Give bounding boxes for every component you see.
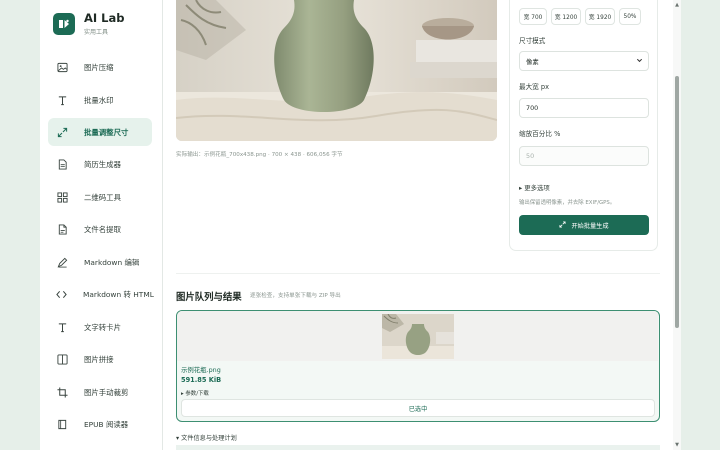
text-icon	[56, 321, 68, 333]
sidebar-item-label: 批量调整尺寸	[84, 127, 129, 137]
queue-item-card[interactable]: 示例花瓶.png 591.85 KiB ▸ 参数/下载 已选中	[176, 310, 660, 422]
sidebar-item-batch-resize[interactable]: 批量调整尺寸	[48, 118, 152, 146]
start-batch-label: 开始批量生成	[571, 222, 609, 230]
size-mode-select[interactable]: 像素	[519, 51, 649, 71]
grid-icon	[56, 191, 68, 203]
sidebar-item-label: Markdown 转 HTML	[83, 289, 154, 299]
page-background-right	[681, 0, 720, 450]
file-info-panel	[176, 445, 660, 450]
output-preview-image	[176, 0, 497, 141]
max-width-label: 最大宽 px	[519, 83, 549, 91]
sidebar-item-filename-extract[interactable]: 文件名提取	[48, 215, 152, 243]
book-icon	[56, 418, 68, 430]
section-divider	[176, 273, 660, 274]
file-info-toggle[interactable]: ▾ 文件信息与处理计划	[176, 433, 237, 442]
sidebar-item-qr-tool[interactable]: 二维码工具	[48, 183, 152, 211]
chevron-down-icon	[636, 57, 643, 66]
sidebar-item-label: 图片手动裁剪	[84, 387, 129, 397]
sidebar-item-label: 图片拼接	[84, 354, 114, 364]
sidebar-item-label: 二维码工具	[84, 192, 121, 202]
size-mode-value: 像素	[526, 57, 539, 66]
sidebar-item-image-compress[interactable]: 图片压缩	[48, 53, 152, 81]
document-icon	[56, 158, 68, 170]
start-batch-button[interactable]: 开始批量生成	[519, 215, 649, 235]
image-icon	[56, 61, 68, 73]
actual-output-info: 实际输出：示例花瓶_700x438.png · 700 × 438 · 606,…	[176, 152, 343, 158]
scroll-up-icon[interactable]: ▲	[674, 2, 680, 8]
sidebar: AI Lab 实用工具 图片压缩 批量水印 批量调整尺寸 简历生成器 二维码工具…	[40, 0, 163, 450]
layout-icon	[56, 353, 68, 365]
sidebar-item-label: 文字转卡片	[84, 322, 121, 332]
main-scrollbar[interactable]: ▲ ▼	[673, 0, 681, 450]
sidebar-item-label: 简历生成器	[84, 159, 121, 169]
scrollbar-thumb[interactable]	[675, 76, 679, 328]
more-options-toggle[interactable]: ▸ 更多选项	[519, 183, 550, 192]
scale-percent-label: 缩放百分比 %	[519, 130, 561, 138]
main-panel: 实际输出：示例花瓶_700x438.png · 700 × 438 · 606,…	[163, 0, 681, 450]
brand[interactable]: AI Lab 实用工具	[53, 12, 125, 36]
sidebar-item-label: 文件名提取	[84, 224, 121, 234]
sidebar-item-batch-watermark[interactable]: 批量水印	[48, 86, 152, 114]
queue-section-title: 图片队列与结果	[176, 292, 242, 303]
scroll-down-icon[interactable]: ▼	[674, 442, 680, 448]
app-subtitle: 实用工具	[84, 29, 109, 36]
scale-percent-input[interactable]: 50	[519, 146, 649, 166]
max-width-input[interactable]: 700	[519, 98, 649, 118]
text-icon	[56, 94, 68, 106]
resize-settings-panel: 宽 700 宽 1200 宽 1920 50% 尺寸模式 像素 最大宽 px 7…	[509, 0, 658, 251]
params-download-toggle[interactable]: ▸ 参数/下载	[181, 389, 209, 397]
size-mode-label: 尺寸模式	[519, 37, 546, 45]
code-icon	[56, 288, 67, 300]
file-icon	[56, 223, 68, 235]
queue-item-image-area	[177, 311, 658, 361]
selected-button[interactable]: 已选中	[181, 399, 655, 417]
preset-width-1920-button[interactable]: 宽 1920	[585, 8, 615, 25]
queue-item-thumbnail	[382, 314, 454, 359]
preset-width-700-button[interactable]: 宽 700	[519, 8, 547, 25]
expand-icon	[56, 126, 68, 138]
edit-icon	[56, 256, 68, 268]
sidebar-item-label: EPUB 阅读器	[84, 419, 129, 429]
queue-item-filesize: 591.85 KiB	[181, 376, 222, 384]
expand-icon	[559, 220, 566, 230]
sidebar-item-label: Markdown 编辑	[84, 257, 140, 267]
queue-item-filename: 示例花瓶.png	[181, 366, 221, 374]
sidebar-item-text-to-card[interactable]: 文字转卡片	[48, 313, 152, 341]
queue-section-subtitle: 逐张检查，支持单张下载与 ZIP 导出	[250, 293, 341, 299]
app-title: AI Lab	[84, 11, 125, 25]
crop-icon	[56, 386, 68, 398]
sidebar-item-label: 图片压缩	[84, 62, 114, 72]
app-logo-icon	[53, 13, 75, 35]
sidebar-item-image-stitch[interactable]: 图片拼接	[48, 345, 152, 373]
output-hint: 输出保留透明像素，并去除 EXIF/GPS。	[519, 200, 616, 206]
sidebar-item-resume-builder[interactable]: 简历生成器	[48, 150, 152, 178]
sidebar-item-markdown-to-html[interactable]: Markdown 转 HTML	[48, 280, 154, 308]
sidebar-item-label: 批量水印	[84, 95, 114, 105]
sidebar-item-manual-crop[interactable]: 图片手动裁剪	[48, 378, 152, 406]
preset-50-percent-button[interactable]: 50%	[619, 8, 641, 25]
sidebar-item-epub-reader[interactable]: EPUB 阅读器	[48, 410, 152, 438]
sidebar-item-markdown-edit[interactable]: Markdown 编辑	[48, 248, 152, 276]
preset-row: 宽 700 宽 1200 宽 1920 50%	[519, 8, 641, 25]
preset-width-1200-button[interactable]: 宽 1200	[551, 8, 581, 25]
